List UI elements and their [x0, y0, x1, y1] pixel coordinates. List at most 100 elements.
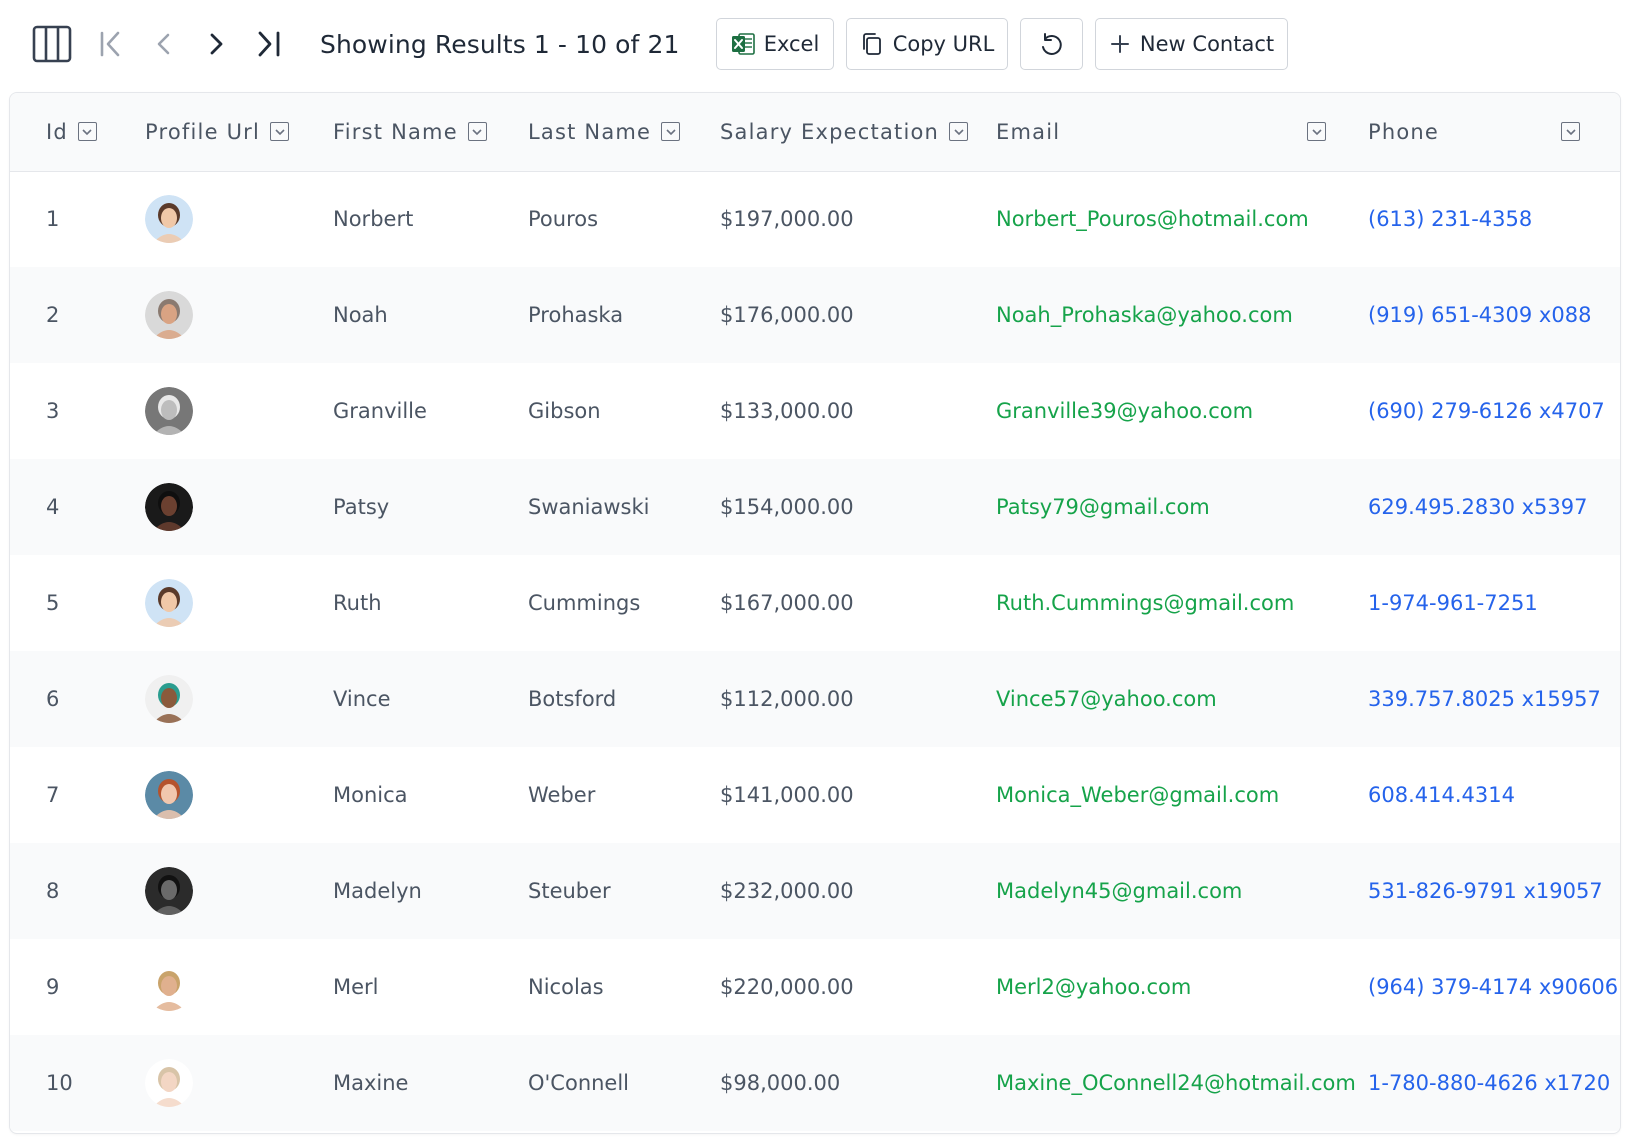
cell-salary-expectation: $141,000.00 — [720, 783, 854, 807]
toolbar: Showing Results 1 - 10 of 21 Excel Copy … — [30, 16, 1590, 72]
previous-page-button[interactable] — [138, 23, 190, 65]
cell-email[interactable]: Merl2@yahoo.com — [996, 939, 1368, 1035]
cell-phone[interactable]: (919) 651-4309 x088 — [1368, 267, 1620, 363]
column-header-phone[interactable]: Phone — [1368, 93, 1620, 171]
cell-phone[interactable]: 629.495.2830 x5397 — [1368, 459, 1620, 555]
results-summary: Showing Results 1 - 10 of 21 — [320, 29, 680, 59]
column-menu-icon[interactable] — [270, 122, 290, 142]
table-header-row: Id Profile Url First Name Last Name Sala… — [10, 93, 1620, 171]
cell-phone[interactable]: 339.757.8025 x15957 — [1368, 651, 1620, 747]
cell-first-name: Maxine — [333, 1071, 409, 1095]
cell-first-name: Granville — [333, 399, 427, 423]
column-header-label: Salary Expectation — [720, 119, 940, 144]
avatar[interactable] — [145, 195, 193, 244]
avatar[interactable] — [145, 291, 193, 339]
avatar[interactable] — [145, 483, 193, 531]
table-row[interactable]: 4 Patsy Swaniawski $154,000.00 Patsy79@gmail… — [10, 459, 1620, 555]
table-row[interactable]: 7 Monica Weber $141,000.00 Monica_Weber@gmai… — [10, 747, 1620, 843]
cell-profile-url — [145, 651, 333, 747]
cell-email[interactable]: Vince57@yahoo.com — [996, 651, 1368, 747]
avatar[interactable] — [145, 867, 193, 915]
first-page-button[interactable] — [86, 23, 138, 65]
cell-profile-url — [145, 747, 333, 843]
cell-first-name: Norbert — [333, 207, 414, 232]
cell-last-name: Botsford — [528, 687, 617, 711]
avatar[interactable] — [145, 771, 193, 819]
next-page-button[interactable] — [190, 23, 242, 65]
reset-button[interactable] — [1019, 18, 1083, 70]
avatar[interactable] — [145, 579, 193, 627]
column-header-salary-expectation[interactable]: Salary Expectation — [720, 93, 996, 171]
column-menu-icon[interactable] — [661, 122, 681, 142]
cell-last-name: Cummings — [528, 591, 641, 615]
table-row[interactable]: 3 Granville Gibson $133,000.00 Granville39@y… — [10, 363, 1620, 459]
table-row[interactable]: 9 Merl Nicolas $220,000.00 Merl2@yahoo.com (9… — [10, 939, 1620, 1035]
cell-email[interactable]: Ruth.Cummings@gmail.com — [996, 555, 1368, 651]
column-header-label: Phone — [1368, 119, 1440, 144]
column-header-first-name[interactable]: First Name — [333, 93, 528, 171]
column-header-last-name[interactable]: Last Name — [528, 93, 720, 171]
chevron-left-icon — [157, 33, 170, 55]
copy-icon — [859, 31, 885, 57]
columns-icon — [32, 25, 72, 63]
cell-salary-expectation: $232,000.00 — [720, 879, 854, 903]
column-header-email[interactable]: Email — [996, 93, 1368, 171]
table-row[interactable]: 5 Ruth Cummings $167,000.00 Ruth.Cummings@gm… — [10, 555, 1620, 651]
avatar[interactable] — [145, 387, 193, 435]
columns-toggle-button[interactable] — [30, 23, 74, 65]
cell-phone[interactable]: 531-826-9791 x19057 — [1368, 843, 1620, 939]
column-header-label: Profile Url — [145, 119, 261, 144]
cell-last-name: Gibson — [528, 399, 601, 423]
table-row[interactable]: 1 Norbert Pouros $197,000.00 Norbert_Pouros@… — [10, 171, 1620, 267]
avatar[interactable] — [145, 963, 193, 1011]
new-contact-button[interactable]: New Contact — [1094, 18, 1288, 70]
cell-phone[interactable]: 608.414.4314 — [1368, 747, 1620, 843]
table-row[interactable]: 2 Noah Prohaska $176,000.00 Noah_Prohaska@ya… — [10, 267, 1620, 363]
first-page-icon — [100, 31, 120, 57]
table-row[interactable]: 8 Madelyn Steuber $232,000.00 Madelyn45@gmai… — [10, 843, 1620, 939]
avatar[interactable] — [145, 1059, 193, 1107]
cell-profile-url — [145, 267, 333, 363]
column-menu-icon[interactable] — [77, 122, 97, 142]
last-page-button[interactable] — [242, 23, 294, 65]
contacts-table: Id Profile Url First Name Last Name Sala… — [10, 93, 1620, 1131]
cell-last-name: Steuber — [528, 879, 611, 903]
cell-salary-expectation: $220,000.00 — [720, 975, 854, 999]
cell-phone[interactable]: (690) 279-6126 x4707 — [1368, 363, 1620, 459]
cell-id: 1 — [46, 207, 60, 232]
cell-salary-expectation: $112,000.00 — [720, 687, 854, 711]
table-row[interactable]: 6 Vince Botsford $112,000.00 Vince57@yahoo.c… — [10, 651, 1620, 747]
avatar[interactable] — [145, 675, 193, 723]
cell-id: 5 — [46, 591, 60, 615]
cell-email[interactable]: Granville39@yahoo.com — [996, 363, 1368, 459]
column-menu-icon[interactable] — [1561, 122, 1580, 142]
column-menu-icon[interactable] — [949, 122, 969, 142]
excel-export-button[interactable]: Excel — [715, 18, 834, 70]
cell-id: 8 — [46, 879, 60, 903]
copy-url-button[interactable]: Copy URL — [845, 18, 1008, 70]
cell-id: 7 — [46, 783, 60, 807]
column-menu-icon[interactable] — [1307, 122, 1326, 142]
cell-email[interactable]: Madelyn45@gmail.com — [996, 843, 1368, 939]
cell-profile-url — [145, 939, 333, 1035]
cell-email[interactable]: Monica_Weber@gmail.com — [996, 747, 1368, 843]
cell-last-name: Weber — [528, 783, 596, 807]
cell-email[interactable]: Noah_Prohaska@yahoo.com — [996, 267, 1368, 363]
cell-phone[interactable]: 1-780-880-4626 x1720 — [1368, 1035, 1620, 1131]
cell-email[interactable]: Maxine_OConnell24@hotmail.com — [996, 1035, 1368, 1131]
column-menu-icon[interactable] — [467, 122, 487, 142]
cell-salary-expectation: $167,000.00 — [720, 591, 854, 615]
column-header-id[interactable]: Id — [10, 93, 145, 171]
cell-id: 10 — [46, 1071, 73, 1095]
table-row[interactable]: 10 Maxine O'Connell $98,000.00 Maxine_OConne… — [10, 1035, 1620, 1131]
cell-email[interactable]: Patsy79@gmail.com — [996, 459, 1368, 555]
undo-icon — [1042, 33, 1062, 55]
column-header-profile-url[interactable]: Profile Url — [145, 93, 333, 171]
cell-email[interactable]: Norbert_Pouros@hotmail.com — [996, 171, 1368, 267]
cell-phone[interactable]: (964) 379-4174 x90606 — [1368, 939, 1620, 1035]
cell-phone[interactable]: (613) 231-4358 — [1368, 171, 1620, 267]
copy-url-label: Copy URL — [892, 32, 995, 56]
cell-phone[interactable]: 1-974-961-7251 — [1368, 555, 1620, 651]
cell-salary-expectation: $133,000.00 — [720, 399, 854, 423]
table-body: 1 Norbert Pouros $197,000.00 Norbert_Pouros@… — [10, 171, 1620, 1131]
